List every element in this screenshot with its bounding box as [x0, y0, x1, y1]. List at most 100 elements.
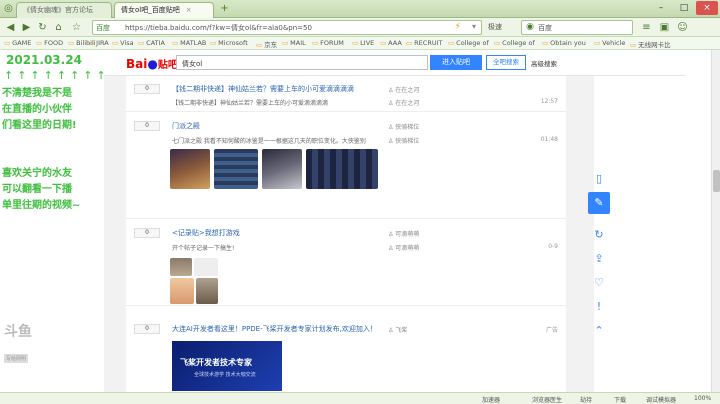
- home-icon[interactable]: ⌂: [52, 21, 65, 34]
- thread-image[interactable]: [170, 149, 210, 189]
- scrollbar-thumb[interactable]: [713, 170, 720, 192]
- thread-author[interactable]: 可滴萌萌: [388, 229, 419, 238]
- close-tab-icon[interactable]: ×: [186, 6, 192, 14]
- app-download-icon[interactable]: ▯: [588, 168, 610, 190]
- new-tab-icon[interactable]: +: [218, 2, 231, 15]
- thread-title[interactable]: 门派之殿: [172, 121, 200, 131]
- browser-search-box[interactable]: ◉ 百度: [521, 20, 633, 35]
- thread-item[interactable]: 0 门派之殿 七门派之殿 我看不知何酸的冰鉴是一一根据这几天的职位变化。大侠鉴别…: [126, 113, 566, 219]
- feedback-icon[interactable]: !: [588, 296, 610, 318]
- bookmark-item[interactable]: CATIA: [138, 39, 165, 47]
- tab-tieba[interactable]: 倩女ol吧_百度贴吧 ×: [114, 2, 214, 18]
- all-forum-search-button[interactable]: 全吧搜索: [486, 55, 526, 70]
- extension-icon[interactable]: ▣: [658, 21, 671, 34]
- status-hijack[interactable]: 劫持: [580, 395, 592, 404]
- edit-post-icon[interactable]: ✎: [588, 192, 610, 214]
- bookmark-item[interactable]: 京东: [256, 39, 277, 49]
- back-to-top-icon[interactable]: ⌃: [588, 320, 610, 342]
- search-engine-icon[interactable]: ◉: [524, 21, 536, 33]
- bookmark-item[interactable]: AAA: [380, 39, 402, 47]
- browser-logo-icon: ◎: [4, 3, 13, 14]
- reply-count: 0: [134, 324, 160, 334]
- overlay-text-line: 们看这里的日期!: [2, 120, 77, 131]
- bookmark-item[interactable]: RECRUIT: [406, 39, 442, 47]
- status-debug[interactable]: 调试模拟器: [646, 395, 676, 404]
- bookmarks-bar: GAME FOOD Bilibili JIRA Visa CATIA MATLA…: [0, 37, 720, 50]
- tieba-search-input[interactable]: 倩女ol: [176, 55, 428, 70]
- thread-image[interactable]: [194, 258, 218, 276]
- url-text[interactable]: https://tieba.baidu.com/f?kw=倩女ol&fr=ala…: [125, 23, 312, 33]
- lightning-icon[interactable]: ⚡: [455, 22, 461, 32]
- close-window-icon[interactable]: ×: [696, 1, 718, 15]
- thread-author[interactable]: 飞桨: [388, 325, 407, 334]
- bookmark-item[interactable]: MATLAB: [172, 39, 206, 47]
- ad-banner[interactable]: 飞桨开发者技术专家 全球技术游学 技术大咖交流: [172, 341, 282, 391]
- bookmark-item[interactable]: GAME: [4, 39, 31, 47]
- bookmark-item[interactable]: 无线网卡比: [630, 39, 671, 49]
- status-zoom[interactable]: 100%: [694, 395, 711, 402]
- bookmark-item[interactable]: FOOD: [36, 39, 63, 47]
- thread-image[interactable]: [262, 149, 302, 189]
- favorite-heart-icon[interactable]: ♡: [588, 272, 610, 294]
- paw-icon: ●: [147, 57, 158, 71]
- tieba-header: Bai●贴吧 倩女ol 进入贴吧 全吧搜索 高级搜索: [104, 50, 686, 76]
- thread-image[interactable]: [196, 278, 218, 304]
- address-bar[interactable]: 百度 https://tieba.baidu.com/f?kw=倩女ol&fr=…: [92, 20, 482, 35]
- tab-label: 《倩女幽魂》官方论坛: [23, 6, 93, 14]
- thread-image[interactable]: [170, 258, 192, 276]
- enter-forum-button[interactable]: 进入贴吧: [430, 55, 482, 70]
- overlay-text-line: 在直播的小伙伴: [2, 104, 72, 115]
- bookmark-item[interactable]: College of: [494, 39, 535, 47]
- minimize-icon[interactable]: –: [650, 1, 672, 15]
- ad-banner-subtitle: 全球技术游学 技术大咖交流: [194, 372, 256, 378]
- ad-banner-title: 飞桨开发者技术专家: [180, 358, 252, 367]
- logo-bai: Bai: [126, 57, 148, 71]
- bookmark-item[interactable]: MAIL: [282, 39, 306, 47]
- thread-item[interactable]: 0 <记录贴>我想打游戏 开个帖子记录一下搞生! 可滴萌萌 可滴萌萌 0-9: [126, 220, 566, 306]
- menu-icon[interactable]: ≡: [640, 21, 653, 34]
- thread-snippet: 七门派之殿 我看不知何酸的冰鉴是一一根据这几天的职位变化。大侠鉴别: [172, 138, 366, 145]
- share-icon[interactable]: ⇪: [588, 248, 610, 270]
- thread-author[interactable]: 在在之河: [388, 85, 419, 94]
- status-download[interactable]: 下载: [614, 395, 626, 404]
- refresh-icon[interactable]: ↻: [36, 21, 49, 34]
- thread-title[interactable]: <记录贴>我想打游戏: [172, 228, 240, 238]
- speed-mode-toggle[interactable]: 极速: [488, 22, 502, 32]
- thread-title[interactable]: 大连AI开发者看这里！PPDE-飞桨开发者专家计划发布,欢迎加入！: [172, 324, 377, 334]
- last-replier[interactable]: 侠骑梯位: [388, 136, 419, 145]
- bookmark-item[interactable]: Vehicle: [594, 39, 625, 47]
- bookmark-item[interactable]: College of: [448, 39, 489, 47]
- page-scrollbar[interactable]: [711, 50, 720, 392]
- last-replier[interactable]: 在在之河: [388, 98, 419, 107]
- bookmark-item[interactable]: Visa: [112, 39, 133, 47]
- advanced-search-link[interactable]: 高级搜索: [531, 58, 557, 68]
- forward-icon[interactable]: ▶: [20, 21, 33, 34]
- bookmark-item[interactable]: JIRA: [88, 39, 109, 47]
- user-icon[interactable]: ☺: [676, 21, 689, 34]
- favorite-icon[interactable]: ☆: [70, 21, 83, 34]
- search-engine-label: 百度: [538, 24, 552, 32]
- thread-title[interactable]: 【钱二期非快递】神仙姑兰若？需要上车的小可爱滴滴滴滴: [172, 84, 354, 94]
- thread-time: 0-9: [548, 243, 558, 250]
- status-accelerator[interactable]: 加速器: [482, 395, 500, 404]
- thread-image[interactable]: [170, 278, 194, 304]
- chevron-down-icon[interactable]: ▾: [472, 22, 476, 31]
- back-icon[interactable]: ◀: [4, 21, 17, 34]
- tab-forum[interactable]: 《倩女幽魂》官方论坛: [16, 2, 112, 18]
- tieba-logo[interactable]: Bai●贴吧: [126, 56, 178, 71]
- bookmark-item[interactable]: Obtain you: [542, 39, 586, 47]
- status-browser-doctor[interactable]: 浏览器医生: [532, 395, 562, 404]
- reply-count: 0: [134, 84, 160, 94]
- bookmark-item[interactable]: FORUM: [312, 39, 344, 47]
- bookmark-item[interactable]: LIVE: [352, 39, 374, 47]
- overlay-text-line: 单里往期的视频~: [2, 200, 81, 211]
- last-replier[interactable]: 可滴萌萌: [388, 243, 419, 252]
- thread-image[interactable]: [306, 149, 378, 189]
- bookmark-item[interactable]: Microsoft: [210, 39, 248, 47]
- maximize-icon[interactable]: □: [673, 1, 695, 15]
- thread-snippet: 【钱二期非快递】神仙姑兰若？需要上车的小可爱滴滴滴滴: [172, 100, 329, 107]
- refresh-icon[interactable]: ↻: [588, 224, 610, 246]
- thread-item[interactable]: 0 【钱二期非快递】神仙姑兰若？需要上车的小可爱滴滴滴滴 【钱二期非快递】神仙姑…: [126, 76, 566, 112]
- thread-image[interactable]: [214, 149, 258, 189]
- thread-author[interactable]: 侠骑梯位: [388, 122, 419, 131]
